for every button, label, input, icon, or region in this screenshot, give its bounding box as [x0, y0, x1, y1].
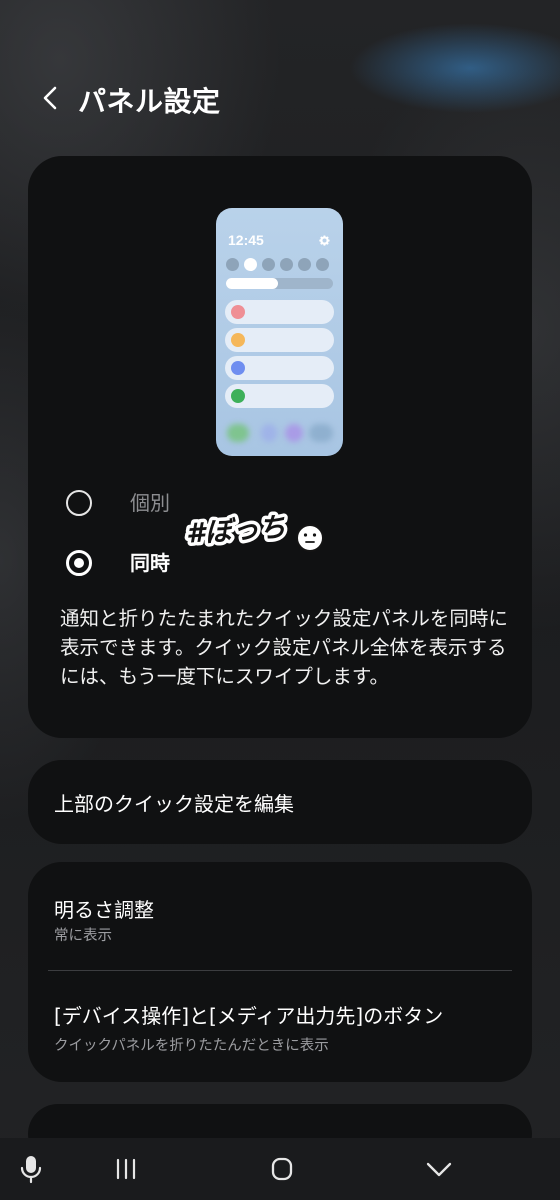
panel-preview-image: 12:45: [216, 208, 343, 456]
preview-notification: [225, 356, 334, 380]
preview-notification: [225, 328, 334, 352]
back-nav-button[interactable]: [422, 1152, 456, 1186]
preview-blur-blob: [227, 424, 249, 442]
home-icon: [271, 1157, 293, 1181]
option-label: 同時: [130, 551, 170, 575]
radio-button-checked[interactable]: [66, 550, 92, 576]
preview-notification: [225, 300, 334, 324]
preview-notification-dot: [231, 389, 245, 403]
chevron-left-icon: [43, 86, 57, 110]
preview-toggle-dot: [226, 258, 239, 271]
sticker-text: #ぼっち: [185, 512, 287, 550]
preview-notification-dot: [231, 305, 245, 319]
preview-blur-blob: [309, 424, 333, 442]
radio-dot: [74, 558, 84, 568]
preview-time: 12:45: [228, 232, 264, 248]
preview-blur-blob: [261, 424, 277, 442]
preview-toggle-dot: [316, 258, 329, 271]
preview-toggle-dot: [280, 258, 293, 271]
panel-mode-description: 通知と折りたたまれたクイック設定パネルを同時に表示できます。クイック設定パネル全…: [60, 607, 508, 688]
back-chevron-down-icon: [426, 1162, 452, 1177]
preview-quick-toggles: [226, 258, 336, 272]
preview-toggle-dot: [298, 258, 311, 271]
panel-mode-card: 12:45 個別 同時 #ぼっち #ぼっち 通知と折りたたまれたクイック設定パネ…: [28, 156, 532, 738]
mic-button[interactable]: [14, 1152, 48, 1186]
back-button[interactable]: [34, 80, 70, 116]
brightness-control-item[interactable]: 明るさ調整 常に表示: [28, 862, 532, 962]
display-options-card: 明るさ調整 常に表示 [デバイス操作]と[メディア出力先]のボタン クイックパネ…: [28, 862, 532, 1082]
page-title: パネル設定: [78, 85, 221, 118]
edit-quick-settings-label: 上部のクイック設定を編集: [54, 792, 294, 816]
recent-apps-button[interactable]: [109, 1152, 143, 1186]
recent-apps-icon: [116, 1158, 136, 1180]
edit-quick-settings-button[interactable]: 上部のクイック設定を編集: [28, 760, 532, 844]
preview-toggle-dot: [244, 258, 257, 271]
item-title: 明るさ調整: [54, 898, 154, 922]
preview-toggle-dot: [262, 258, 275, 271]
option-label: 個別: [130, 491, 170, 515]
preview-brightness-fill: [226, 278, 278, 289]
item-title: [デバイス操作]と[メディア出力先]のボタン: [54, 1004, 444, 1028]
radio-button-unchecked[interactable]: [66, 490, 92, 516]
preview-blurred-content: [225, 424, 335, 444]
mic-icon: [20, 1156, 42, 1184]
divider: [48, 970, 512, 971]
device-media-buttons-item[interactable]: [デバイス操作]と[メディア出力先]のボタン クイックパネルを折りたたんだときに…: [28, 972, 532, 1072]
item-subtitle: クイックパネルを折りたたんだときに表示: [54, 1038, 329, 1054]
preview-brightness-slider: [226, 278, 333, 289]
gear-icon: [319, 235, 330, 246]
home-button[interactable]: [265, 1152, 299, 1186]
preview-notification-dot: [231, 361, 245, 375]
preview-notification-dot: [231, 333, 245, 347]
header: パネル設定: [0, 74, 560, 124]
item-subtitle: 常に表示: [54, 928, 112, 944]
hashtag-sticker: #ぼっち #ぼっち: [182, 508, 324, 553]
panel-settings-screen: パネル設定 12:45 個別 同時 #ぼっち #ぼっち 通知と折りたたまれたクイ…: [0, 0, 560, 1200]
preview-blur-blob: [285, 424, 303, 442]
navigation-bar: [0, 1138, 560, 1200]
smiley-face-icon: [296, 524, 324, 552]
preview-notification: [225, 384, 334, 408]
